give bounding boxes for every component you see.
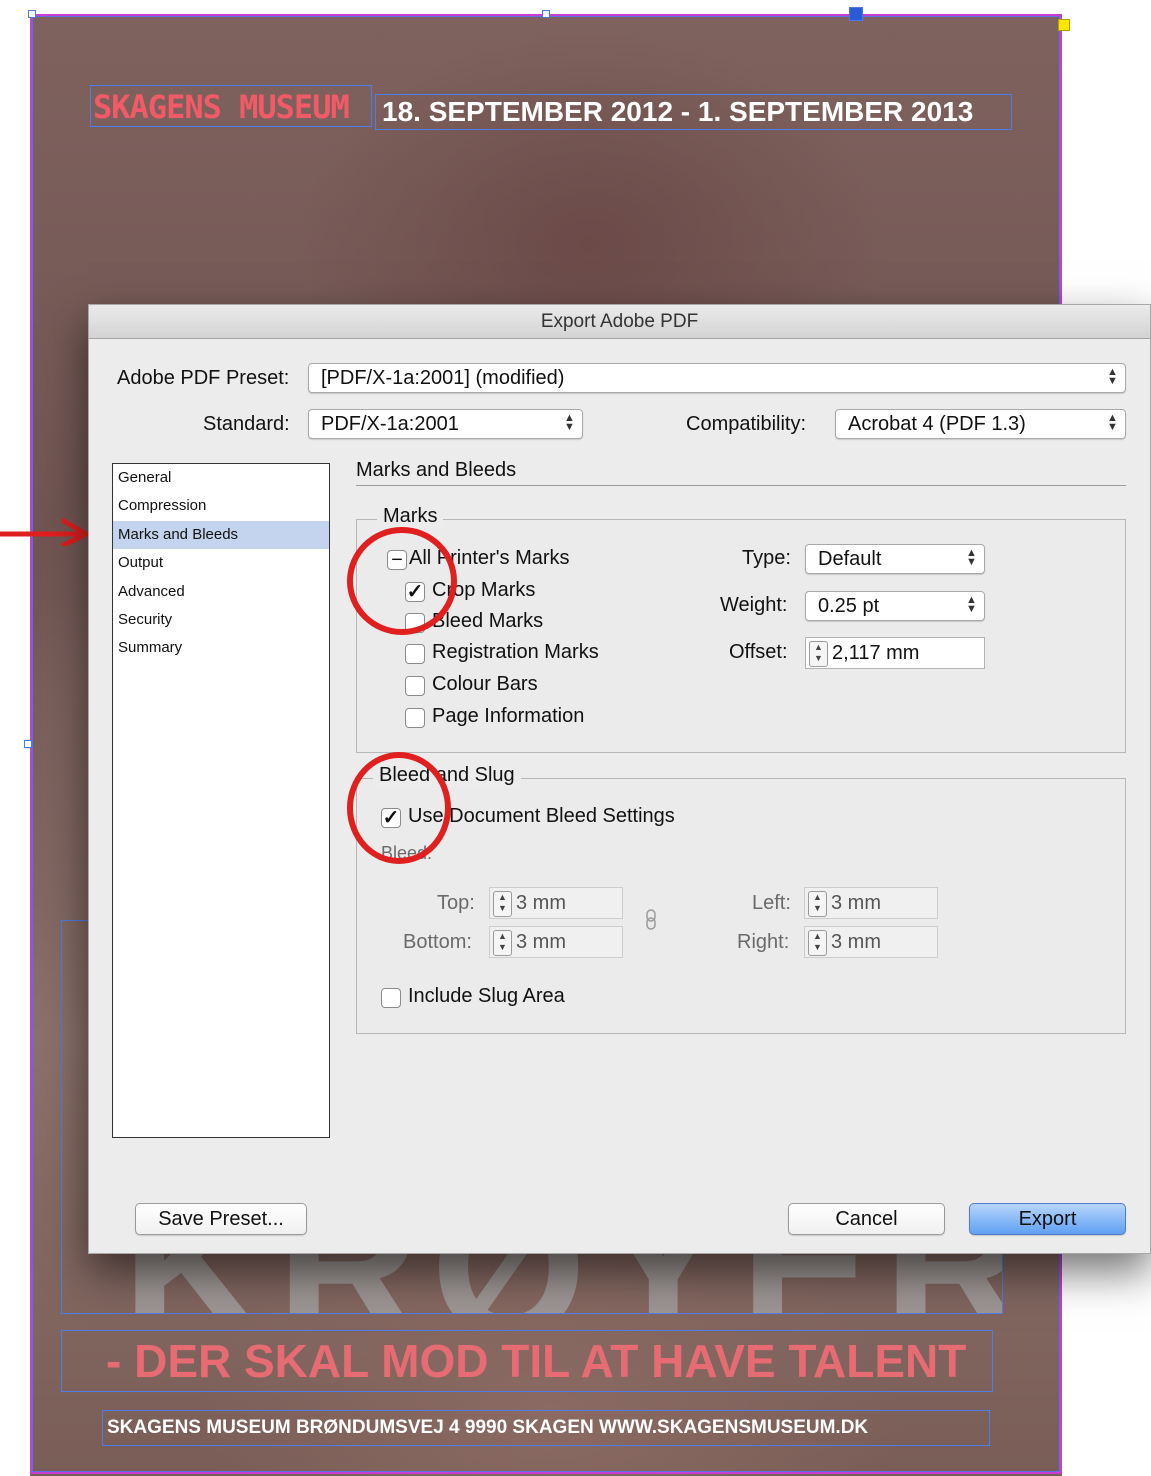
sidebar-item-security[interactable]: Security <box>113 606 329 634</box>
stepper-arrows-icon[interactable]: ▲ ▼ <box>809 641 828 667</box>
colour-bars-checkbox[interactable] <box>405 676 425 696</box>
stepper-arrows-icon[interactable]: ▲ ▼ <box>808 891 827 917</box>
updown-arrows-icon: ▲ ▼ <box>564 412 575 433</box>
weight-value: 0.25 pt <box>818 595 880 617</box>
preset-value: [PDF/X-1a:2001] (modified) <box>321 367 565 389</box>
export-pdf-dialog: Export Adobe PDF Adobe PDF Preset: [PDF/… <box>88 304 1151 1254</box>
museum-logo: SKAGENS MUSEUM <box>90 85 372 127</box>
stepper-arrows-icon[interactable]: ▲ ▼ <box>493 891 512 917</box>
crop-marks-checkbox[interactable]: ✓ <box>405 582 425 602</box>
stepper-arrows-icon[interactable]: ▲ ▼ <box>808 930 827 956</box>
bleed-right-value: 3 mm <box>831 931 881 953</box>
exhibition-dates: 18. SEPTEMBER 2012 - 1. SEPTEMBER 2013 <box>375 94 1012 130</box>
updown-arrows-icon: ▲ ▼ <box>966 594 977 615</box>
bleed-bottom-field[interactable]: ▲ ▼ 3 mm <box>489 926 623 958</box>
all-printers-marks-checkbox[interactable]: − <box>387 550 407 570</box>
updown-arrows-icon: ▲ ▼ <box>1107 412 1118 433</box>
section-title: Marks and Bleeds <box>356 459 517 481</box>
registration-marks-checkbox[interactable] <box>405 644 425 664</box>
sidebar-item-marks-and-bleeds[interactable]: Marks and Bleeds <box>113 520 329 550</box>
selection-handle[interactable] <box>849 7 863 21</box>
sidebar-item-output[interactable]: Output <box>113 549 329 577</box>
save-preset-button[interactable]: Save Preset... <box>135 1203 307 1235</box>
category-list: General Compression Marks and Bleeds Out… <box>112 463 330 1138</box>
crop-marks-label: Crop Marks <box>432 579 536 601</box>
page-information-checkbox[interactable] <box>405 708 425 728</box>
use-document-bleed-label: Use Document Bleed Settings <box>408 805 675 827</box>
compatibility-label: Compatibility: <box>686 413 807 435</box>
type-label: Type: <box>742 547 791 569</box>
updown-arrows-icon: ▲ ▼ <box>1107 366 1118 387</box>
selection-handle[interactable] <box>542 10 550 18</box>
stepper-arrows-icon[interactable]: ▲ ▼ <box>493 930 512 956</box>
registration-marks-label: Registration Marks <box>432 641 599 663</box>
marks-group: Marks − All Printer's Marks ✓ Crop Marks… <box>356 505 1126 753</box>
marks-legend: Marks <box>377 505 444 528</box>
include-slug-checkbox[interactable] <box>381 988 401 1008</box>
sidebar-item-compression[interactable]: Compression <box>113 492 329 520</box>
bleed-slug-group: Bleed and Slug ✓ Use Document Bleed Sett… <box>356 764 1126 1034</box>
section-divider <box>356 485 1126 486</box>
poster-address: SKAGENS MUSEUM BRØNDUMSVEJ 4 9990 SKAGEN… <box>102 1410 990 1446</box>
use-document-bleed-checkbox[interactable]: ✓ <box>381 808 401 828</box>
bleed-right-field[interactable]: ▲ ▼ 3 mm <box>804 926 938 958</box>
selection-handle[interactable] <box>28 10 36 18</box>
updown-arrows-icon: ▲ ▼ <box>966 547 977 568</box>
preset-label: Adobe PDF Preset: <box>117 367 290 389</box>
compatibility-value: Acrobat 4 (PDF 1.3) <box>848 413 1026 435</box>
bleed-right-label: Right: <box>737 931 790 953</box>
compatibility-select[interactable]: Acrobat 4 (PDF 1.3) ▲ ▼ <box>835 409 1126 439</box>
sidebar-item-summary[interactable]: Summary <box>113 634 329 662</box>
poster-tagline: - DER SKAL MOD TIL AT HAVE TALENT <box>61 1330 993 1392</box>
bleed-marks-label: Bleed Marks <box>432 610 544 632</box>
bleed-bottom-value: 3 mm <box>516 931 566 953</box>
selection-handle[interactable] <box>1058 19 1070 31</box>
offset-field[interactable]: ▲ ▼ 2,117 mm <box>805 637 985 669</box>
bleed-left-label: Left: <box>752 892 791 914</box>
all-printers-marks-label: All Printer's Marks <box>409 547 570 569</box>
offset-label: Offset: <box>729 641 788 663</box>
dialog-title: Export Adobe PDF <box>89 305 1150 339</box>
standard-select[interactable]: PDF/X-1a:2001 ▲ ▼ <box>308 409 583 439</box>
annotation-arrow-icon <box>0 517 92 546</box>
offset-value: 2,117 mm <box>832 642 920 664</box>
bleed-left-field[interactable]: ▲ ▼ 3 mm <box>804 887 938 919</box>
weight-select[interactable]: 0.25 pt ▲ ▼ <box>805 591 985 621</box>
bleed-slug-legend: Bleed and Slug <box>373 764 521 787</box>
bleed-top-label: Top: <box>437 892 475 914</box>
cancel-button[interactable]: Cancel <box>788 1203 945 1235</box>
export-button[interactable]: Export <box>969 1203 1126 1235</box>
page-information-label: Page Information <box>432 705 585 727</box>
sidebar-item-advanced[interactable]: Advanced <box>113 578 329 606</box>
weight-label: Weight: <box>720 594 788 616</box>
bleed-left-value: 3 mm <box>831 892 881 914</box>
selection-handle[interactable] <box>24 740 32 748</box>
colour-bars-label: Colour Bars <box>432 673 538 695</box>
bleed-marks-checkbox[interactable] <box>405 613 425 633</box>
preset-select[interactable]: [PDF/X-1a:2001] (modified) ▲ ▼ <box>308 363 1126 393</box>
chain-link-icon[interactable] <box>645 909 657 931</box>
bleed-top-field[interactable]: ▲ ▼ 3 mm <box>489 887 623 919</box>
standard-value: PDF/X-1a:2001 <box>321 413 459 435</box>
bleed-top-value: 3 mm <box>516 892 566 914</box>
type-value: Default <box>818 548 882 570</box>
type-select[interactable]: Default ▲ ▼ <box>805 544 985 574</box>
bleed-bottom-label: Bottom: <box>403 931 472 953</box>
sidebar-item-general[interactable]: General <box>113 464 329 492</box>
bleed-label: Bleed: <box>381 843 433 863</box>
standard-label: Standard: <box>203 413 290 435</box>
include-slug-label: Include Slug Area <box>408 985 565 1007</box>
